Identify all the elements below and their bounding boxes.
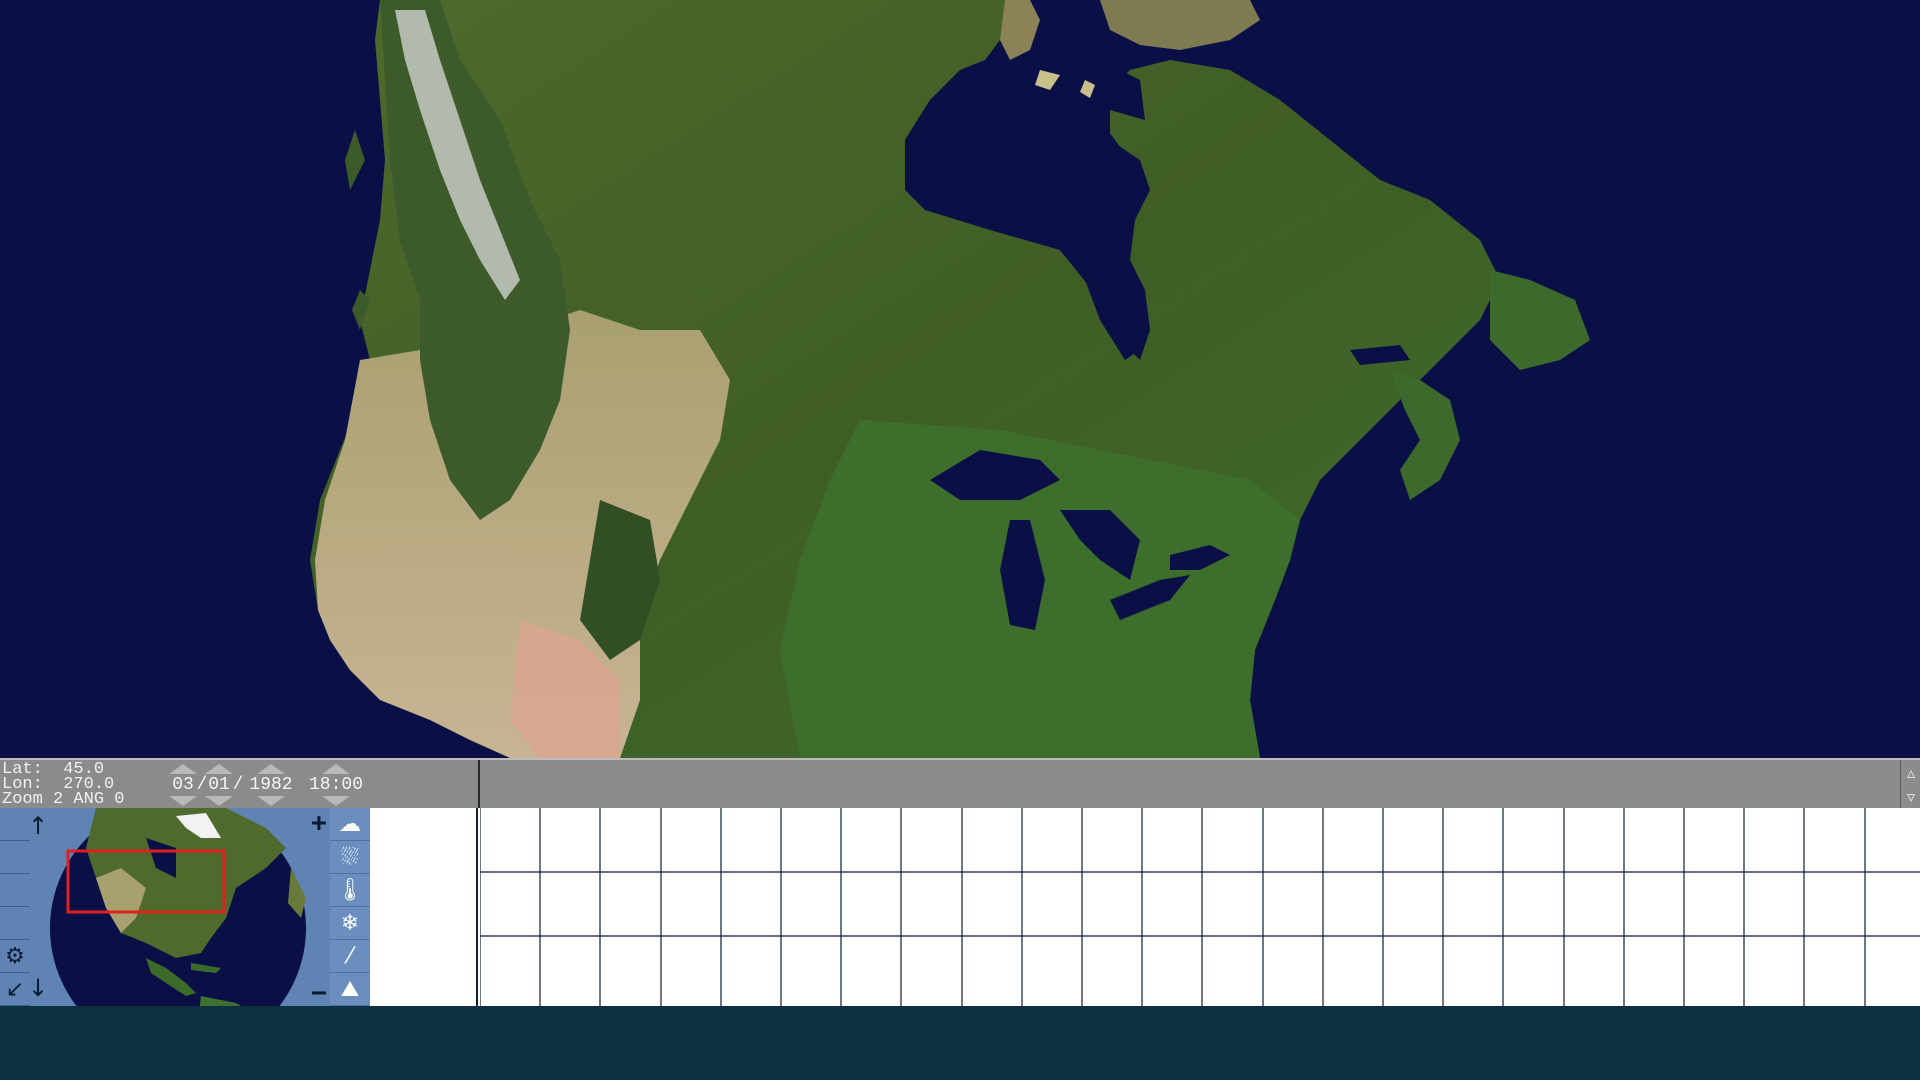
time-spinner[interactable]: 18:00 <box>302 764 370 806</box>
zoom-readout: Zoom 2 ANG 0 <box>2 790 125 809</box>
day-value: 01 <box>208 775 230 795</box>
newfoundland <box>1490 270 1590 370</box>
scroll-up-icon[interactable]: ▵ <box>1901 761 1920 785</box>
pan-down-icon[interactable]: ↓ <box>26 976 50 1000</box>
time-value: 18:00 <box>308 775 363 795</box>
grid-lines <box>480 808 1920 1006</box>
scroll-down-icon[interactable]: ▿ <box>1901 785 1920 809</box>
month-value: 03 <box>172 775 194 795</box>
snow-icon[interactable]: ❄ <box>330 907 370 940</box>
data-grid[interactable] <box>480 808 1920 1006</box>
day-spinner[interactable]: 01 <box>204 764 234 806</box>
rain-cloud-icon[interactable]: ⛆ <box>330 841 370 874</box>
month-down-arrow[interactable] <box>168 796 198 806</box>
time-down-arrow[interactable] <box>302 796 370 806</box>
month-up-arrow[interactable] <box>168 764 198 774</box>
day-up-arrow[interactable] <box>204 764 234 774</box>
thermometer-icon[interactable]: 🌡 <box>330 874 370 907</box>
vertical-scrollbar[interactable]: ▵ ▿ <box>1900 760 1920 810</box>
pan-up-icon[interactable]: ↑ <box>26 814 50 838</box>
timeline-header <box>480 760 1900 810</box>
month-spinner[interactable]: 03 <box>168 764 198 806</box>
layer-toolbar: ☁ ⛆ 🌡 ❄ ⁄ ⛰ <box>330 808 370 1006</box>
wind-icon[interactable]: ⁄ <box>330 940 370 973</box>
time-up-arrow[interactable] <box>302 764 370 774</box>
year-up-arrow[interactable] <box>242 764 300 774</box>
blank-column <box>370 808 478 1006</box>
year-down-arrow[interactable] <box>242 796 300 806</box>
satellite-map <box>310 0 1590 758</box>
zoom-out-button[interactable]: − <box>308 980 330 1006</box>
zoom-in-button[interactable]: + <box>308 810 330 836</box>
year-value: 1982 <box>249 775 293 795</box>
position-readout: Lat: 45.0 Lon: 270.0 Zoom 2 ANG 0 <box>2 761 125 809</box>
day-down-arrow[interactable] <box>204 796 234 806</box>
bottom-bar <box>0 1006 1920 1080</box>
cloud-icon[interactable]: ☁ <box>330 808 370 841</box>
map-viewport[interactable] <box>0 0 1920 758</box>
lower-panel: ⚙ ↙ ↑ ↓ + − ☁ ⛆ 🌡 ❄ ⁄ ⛰ <box>0 808 1920 1066</box>
year-spinner[interactable]: 1982 <box>242 764 300 806</box>
info-bar: Lat: 45.0 Lon: 270.0 Zoom 2 ANG 0 03 / 01 … <box>0 758 1920 810</box>
terrain-icon[interactable]: ⛰ <box>330 973 370 1006</box>
